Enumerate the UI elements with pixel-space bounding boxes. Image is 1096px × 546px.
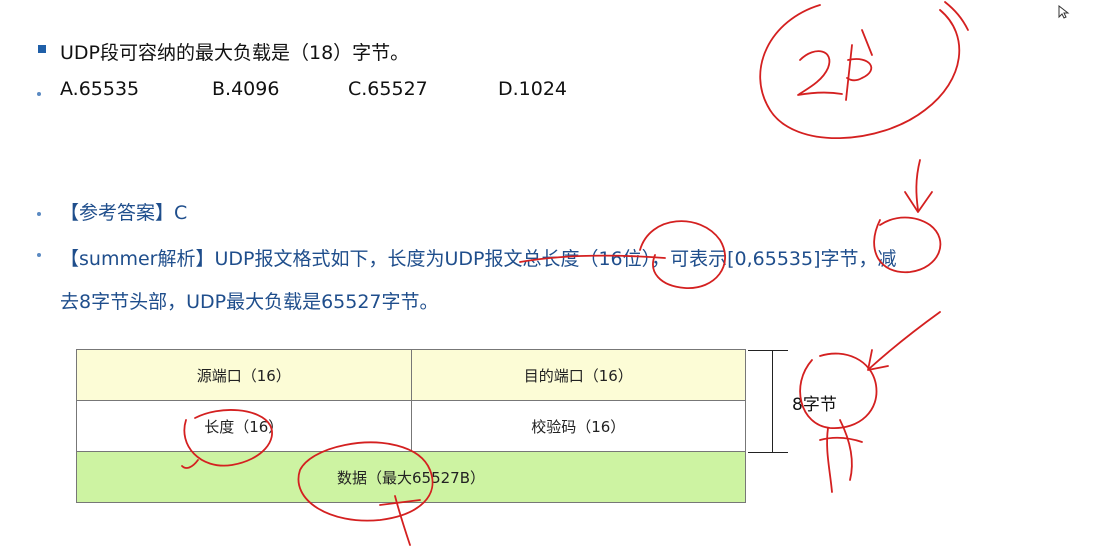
dimension-tick-top [748,350,788,351]
option-a: A.65535 [60,78,140,100]
dimension-line [772,351,773,452]
option-c: C.65527 [348,78,428,100]
dot-bullet-icon [37,212,41,216]
dot-bullet-icon [37,92,41,96]
option-d: D.1024 [498,78,568,100]
question-text: UDP段可容纳的最大负载是（18）字节。 [60,42,410,64]
analysis-line-2: 去8字节头部，UDP最大负载是65527字节。 [60,291,439,313]
analysis-paragraph: 【summer解析】UDP报文格式如下，长度为UDP报文总长度（16位），可表示… [60,238,1050,324]
table-row: 长度（16） 校验码（16） [76,400,746,452]
dimension-tick-bottom [748,452,788,453]
square-bullet-icon [38,45,46,53]
analysis-line-1: 【summer解析】UDP报文格式如下，长度为UDP报文总长度（16位），可表示… [60,248,897,270]
dot-bullet-icon [37,253,41,257]
dest-port-cell: 目的端口（16） [410,349,746,401]
header-size-label: 8字节 [792,395,837,415]
option-b: B.4096 [212,78,280,100]
table-row: 数据（最大65527B） [76,451,746,503]
reference-answer: 【参考答案】C [60,202,188,224]
checksum-cell: 校验码（16） [410,400,746,452]
source-port-cell: 源端口（16） [76,349,412,401]
udp-format-table: 源端口（16） 目的端口（16） 长度（16） 校验码（16） 数据（最大655… [76,349,746,503]
mouse-cursor-icon [1058,5,1070,19]
table-row: 源端口（16） 目的端口（16） [76,349,746,401]
data-cell: 数据（最大65527B） [76,451,746,503]
length-cell: 长度（16） [76,400,412,452]
